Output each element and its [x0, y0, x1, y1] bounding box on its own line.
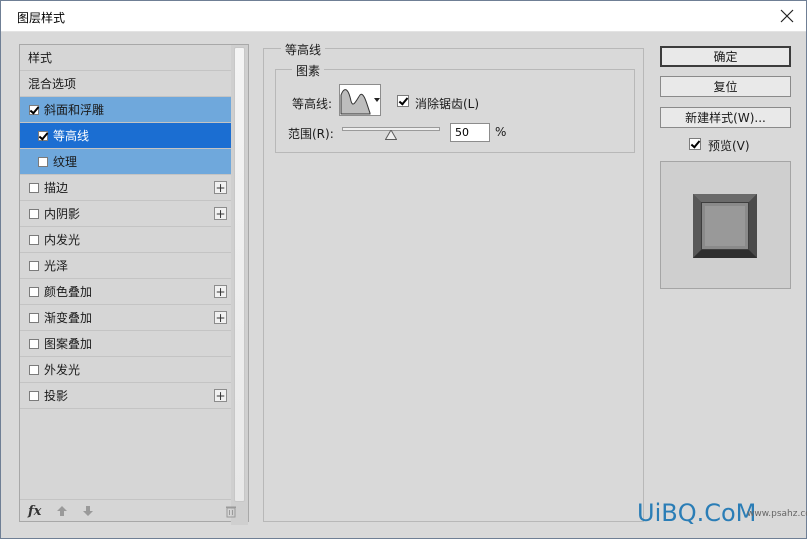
list-item-label: 内阴影: [44, 207, 81, 221]
color-overlay-checkbox[interactable]: [29, 286, 39, 297]
contour-checkbox[interactable]: [38, 130, 48, 141]
list-item-label: 纹理: [53, 155, 78, 169]
list-item-label: 混合选项: [28, 77, 77, 91]
list-item-label: 图案叠加: [44, 337, 93, 351]
list-item-drop-shadow[interactable]: 投影 +: [20, 383, 231, 409]
list-item-label: 光泽: [44, 259, 69, 273]
range-input[interactable]: [450, 123, 490, 142]
antialias-checkbox[interactable]: [397, 95, 409, 107]
range-unit: %: [495, 125, 507, 139]
watermark-text: UiBQ.CoM: [637, 499, 757, 527]
chevron-down-icon[interactable]: [373, 85, 381, 115]
window-title: 图层样式: [17, 11, 66, 25]
list-item-styles[interactable]: 样式: [20, 45, 231, 71]
inner-shadow-checkbox[interactable]: [29, 208, 39, 219]
list-item-contour[interactable]: 等高线: [20, 123, 231, 149]
list-item-stroke[interactable]: 描边 +: [20, 175, 231, 201]
texture-checkbox[interactable]: [38, 156, 48, 167]
list-item-label: 投影: [44, 389, 69, 403]
add-stroke-button[interactable]: +: [214, 181, 227, 194]
move-up-icon[interactable]: [56, 505, 68, 517]
list-item-outer-glow[interactable]: 外发光: [20, 357, 231, 383]
preview-label: 预览(V): [708, 139, 750, 153]
stroke-checkbox[interactable]: [29, 182, 39, 193]
add-color-overlay-button[interactable]: +: [214, 285, 227, 298]
list-item-satin[interactable]: 光泽: [20, 253, 231, 279]
list-item-label: 内发光: [44, 233, 81, 247]
list-item-inner-glow[interactable]: 内发光: [20, 227, 231, 253]
list-item-inner-shadow[interactable]: 内阴影 +: [20, 201, 231, 227]
scrollbar-thumb[interactable]: [234, 47, 245, 502]
list-item-label: 描边: [44, 181, 69, 195]
list-item-label: 样式: [28, 51, 53, 65]
satin-checkbox[interactable]: [29, 260, 39, 271]
trash-icon[interactable]: [225, 505, 237, 521]
style-list-panel: 样式 混合选项 斜面和浮雕 等高线 纹理 描边 + 内阴影 + 内发光 光泽 颜…: [19, 44, 249, 525]
reset-button[interactable]: 复位: [660, 76, 791, 97]
list-item-label: 斜面和浮雕: [44, 103, 105, 117]
move-down-icon[interactable]: [82, 505, 94, 517]
fx-button[interactable]: fx: [28, 504, 41, 519]
list-item-label: 渐变叠加: [44, 311, 93, 325]
group-title: 图素: [292, 62, 325, 79]
drop-shadow-checkbox[interactable]: [29, 390, 39, 401]
preview-swatch-icon: [693, 194, 757, 258]
list-item-label: 颜色叠加: [44, 285, 93, 299]
style-preview: [660, 161, 791, 289]
ok-button[interactable]: 确定: [660, 46, 791, 67]
list-item-bevel-emboss[interactable]: 斜面和浮雕: [20, 97, 231, 123]
preview-checkbox[interactable]: [689, 138, 701, 150]
inner-glow-checkbox[interactable]: [29, 234, 39, 245]
style-list-toolbar: fx: [20, 499, 236, 524]
list-item-pattern-overlay[interactable]: 图案叠加: [20, 331, 231, 357]
watermark-logo: UiBQ.CoM www.psahz.com: [637, 499, 807, 527]
list-item-label: 等高线: [53, 129, 90, 143]
contour-curve-icon: [340, 89, 371, 115]
close-icon[interactable]: [774, 4, 800, 28]
list-item-color-overlay[interactable]: 颜色叠加 +: [20, 279, 231, 305]
outer-glow-checkbox[interactable]: [29, 364, 39, 375]
title-bar: 图层样式: [1, 1, 806, 32]
add-gradient-overlay-button[interactable]: +: [214, 311, 227, 324]
list-item-blending-options[interactable]: 混合选项: [20, 71, 231, 97]
list-item-texture[interactable]: 纹理: [20, 149, 231, 175]
style-list: 样式 混合选项 斜面和浮雕 等高线 纹理 描边 + 内阴影 + 内发光 光泽 颜…: [20, 45, 231, 409]
contour-label: 等高线:: [292, 97, 333, 111]
pattern-overlay-checkbox[interactable]: [29, 338, 39, 349]
gradient-overlay-checkbox[interactable]: [29, 312, 39, 323]
add-inner-shadow-button[interactable]: +: [214, 207, 227, 220]
style-list-scrollbar[interactable]: [231, 45, 248, 525]
range-slider-thumb[interactable]: [384, 129, 398, 140]
section-title: 等高线: [281, 41, 326, 58]
list-item-gradient-overlay[interactable]: 渐变叠加 +: [20, 305, 231, 331]
list-item-label: 外发光: [44, 363, 81, 377]
add-drop-shadow-button[interactable]: +: [214, 389, 227, 402]
layer-style-dialog: 图层样式 样式 混合选项 斜面和浮雕 等高线 纹理 描边 + 内阴影 + 内发光…: [0, 0, 807, 539]
antialias-label: 消除锯齿(L): [415, 97, 480, 111]
new-style-button[interactable]: 新建样式(W)...: [660, 107, 791, 128]
watermark-subtext: www.psahz.com: [747, 509, 807, 519]
bevel-emboss-checkbox[interactable]: [29, 104, 39, 115]
range-label: 范围(R):: [288, 127, 334, 141]
